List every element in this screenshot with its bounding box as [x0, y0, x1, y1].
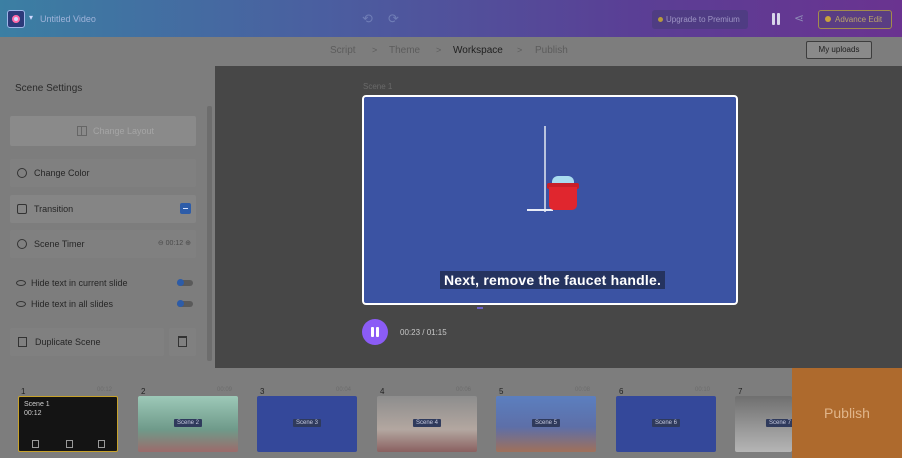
scene-duration: 00:04	[336, 387, 352, 393]
scene-duration: 00:12	[97, 387, 113, 393]
duplicate-scene-button[interactable]: Duplicate Scene	[10, 328, 164, 356]
mop-illustration	[544, 126, 546, 212]
hide-text-all-row: Hide text in all slides	[16, 299, 113, 309]
scene-timer-stepper[interactable]: ⊖ 00:12 ⊕	[158, 230, 191, 258]
advance-edit-button[interactable]: Advance Edit	[818, 10, 892, 29]
eye-off-icon	[16, 301, 26, 307]
scene-duration: 00:09	[217, 387, 233, 393]
transition-label: Transition	[34, 204, 74, 214]
scene-thumb-actions	[32, 440, 112, 450]
layout-icon	[77, 126, 87, 136]
hide-text-current-row: Hide text in current slide	[16, 278, 128, 288]
step-theme[interactable]: Theme	[389, 45, 420, 56]
scene-number: 2	[141, 387, 146, 396]
hide-text-all-toggle[interactable]	[177, 300, 193, 307]
publish-button[interactable]: Publish	[792, 368, 902, 458]
playhead-marker[interactable]	[477, 307, 483, 309]
panel-title: Scene Settings	[15, 83, 83, 94]
scene-thumbnail-3[interactable]: Scene 3	[257, 396, 357, 452]
playback-time: 00:23 / 01:15	[400, 328, 447, 337]
scene-timer-value: 00:12	[165, 240, 184, 247]
scene-settings-panel: Scene Settings Change Layout Change Colo…	[0, 66, 215, 368]
scene-thumb-label: Scene 6	[651, 419, 681, 427]
scene-duration: 00:08	[575, 387, 591, 393]
scene-timer-row: Scene Timer ⊖ 00:12 ⊕	[10, 230, 196, 258]
delete-scene-button[interactable]	[169, 328, 196, 356]
eye-off-icon	[16, 280, 26, 286]
scene-thumbnail-2[interactable]: Scene 2	[138, 396, 238, 452]
bucket-illustration	[549, 187, 577, 210]
step-separator: >	[436, 45, 442, 55]
palette-icon	[17, 168, 27, 178]
scene-timer-label: Scene Timer	[34, 239, 85, 249]
scene-thumbnail-7[interactable]: Scene 7	[735, 396, 792, 452]
scene-number: 6	[619, 387, 624, 396]
project-title[interactable]: Untitled Video	[40, 14, 96, 24]
video-logo-icon[interactable]	[7, 10, 25, 28]
change-layout-label: Change Layout	[93, 126, 155, 136]
scene-number: 5	[499, 387, 504, 396]
scene-thumb-label: Scene 1	[24, 401, 50, 408]
my-uploads-button[interactable]: My uploads	[806, 41, 872, 59]
scene-thumbnail-1[interactable]: Scene 1 00:12	[18, 396, 118, 452]
copy-icon	[18, 337, 27, 347]
step-separator: >	[372, 45, 378, 55]
change-color-button[interactable]: Change Color	[10, 159, 196, 187]
scene-number: 3	[260, 387, 265, 396]
upgrade-premium-button[interactable]: Upgrade to Premium	[652, 10, 748, 29]
scene-label: Scene 1	[363, 82, 393, 91]
trash-icon	[178, 336, 187, 347]
scene-thumb-label: Scene 7	[765, 419, 792, 427]
scene-duration: 00:10	[695, 387, 711, 393]
step-script[interactable]: Script	[330, 45, 356, 56]
change-color-label: Change Color	[34, 168, 90, 178]
scene-duration: 00:06	[456, 387, 472, 393]
chevron-down-icon[interactable]: ▾	[29, 13, 33, 22]
scene-thumb-label: Scene 3	[292, 419, 322, 427]
transition-checkbox[interactable]	[180, 203, 191, 214]
scene-thumbnail-5[interactable]: Scene 5	[496, 396, 596, 452]
hide-text-current-label: Hide text in current slide	[31, 278, 128, 288]
trash-icon[interactable]	[98, 440, 105, 448]
redo-icon[interactable]: ⟳	[388, 11, 399, 27]
share-icon[interactable]: ⋖	[794, 11, 804, 25]
hide-text-current-toggle[interactable]	[177, 279, 193, 286]
scene-number: 4	[380, 387, 385, 396]
clock-icon	[17, 239, 27, 249]
step-navigation: Script > Theme > Workspace > Publish My …	[0, 37, 902, 66]
duplicate-scene-label: Duplicate Scene	[35, 337, 101, 347]
layout-icon[interactable]	[66, 440, 73, 448]
copy-icon[interactable]	[32, 440, 39, 448]
scene-thumbnail-4[interactable]: Scene 4	[377, 396, 477, 452]
undo-icon[interactable]: ⟲	[362, 11, 373, 27]
mop-head	[527, 209, 553, 211]
scene-number: 7	[738, 387, 743, 396]
scene-caption[interactable]: Next, remove the faucet handle.	[440, 271, 666, 289]
transition-row[interactable]: Transition	[10, 195, 196, 223]
top-bar: ▾ Untitled Video ⟲ ⟳ Upgrade to Premium …	[0, 0, 902, 37]
scene-thumbnail-6[interactable]: Scene 6	[616, 396, 716, 452]
pause-icon[interactable]	[770, 12, 782, 26]
pause-button[interactable]	[362, 319, 388, 345]
hide-text-all-label: Hide text in all slides	[31, 299, 114, 309]
transition-icon	[17, 204, 27, 214]
scene-thumb-label: Scene 5	[531, 419, 561, 427]
logo-dot	[12, 15, 20, 23]
scene-thumb-label: Scene 4	[412, 419, 442, 427]
scene-timeline: 1 00:12 Scene 1 00:12 2 00:09 Scene 2 3 …	[0, 368, 792, 458]
scene-thumb-label: Scene 2	[173, 419, 203, 427]
step-separator: >	[517, 45, 523, 55]
scene-thumb-time: 00:12	[24, 410, 42, 417]
step-workspace[interactable]: Workspace	[453, 45, 503, 56]
scene-number: 1	[21, 387, 26, 396]
sidebar-scrollbar[interactable]	[207, 106, 212, 361]
step-publish[interactable]: Publish	[535, 45, 568, 56]
change-layout-button[interactable]: Change Layout	[10, 116, 196, 146]
